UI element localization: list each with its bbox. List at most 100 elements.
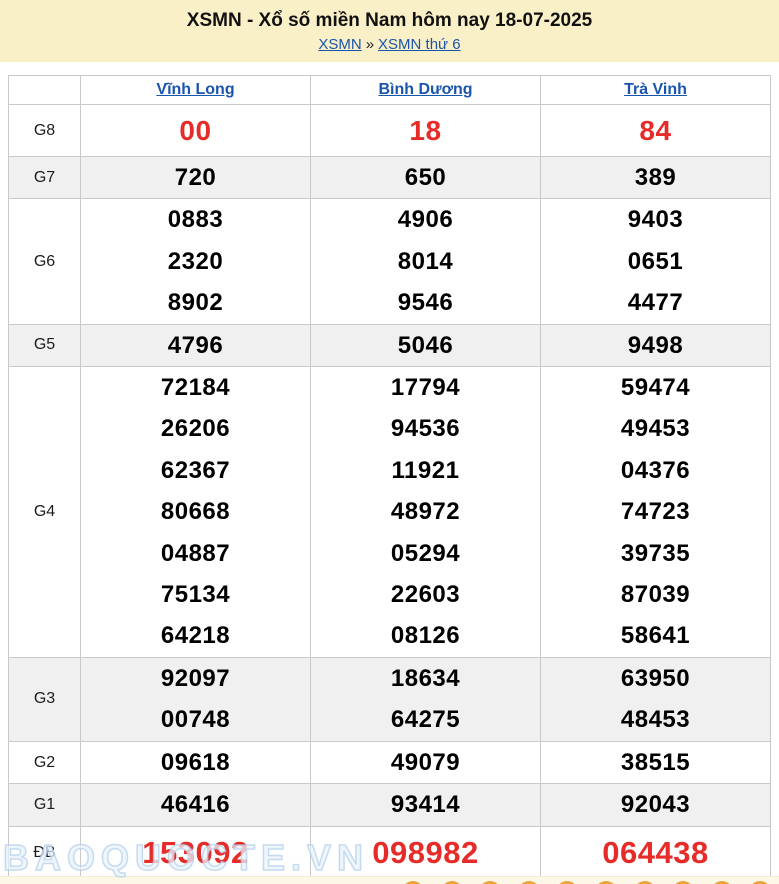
prize-cell: 38515 [541, 741, 771, 783]
row-label: G6 [9, 199, 81, 324]
column-header-vinh-long: Vĩnh Long [81, 76, 311, 105]
table-row-g5: G5479650469498 [9, 324, 771, 366]
prize-number: 09618 [81, 742, 310, 783]
row-label: G7 [9, 157, 81, 199]
prize-cell: 098982 [311, 826, 541, 879]
prize-number: 39735 [541, 533, 770, 574]
prize-number: 650 [311, 157, 540, 198]
prize-number: 49079 [311, 742, 540, 783]
table-row-g4: G472184262066236780668048877513464218177… [9, 367, 771, 658]
prize-number: 92097 [81, 658, 310, 699]
prize-number: 74723 [541, 491, 770, 532]
prize-number: 720 [81, 157, 310, 198]
prize-number: 9403 [541, 199, 770, 240]
prize-number: 64218 [81, 615, 310, 656]
breadcrumb: XSMN »XSMN thứ 6 [0, 36, 779, 53]
prize-cell: 720 [81, 157, 311, 199]
prize-number: 84 [541, 110, 770, 151]
prize-number: 11921 [311, 450, 540, 491]
row-label: G5 [9, 324, 81, 366]
prize-number: 49453 [541, 408, 770, 449]
prize-cell: 9209700748 [81, 657, 311, 741]
prize-number: 59474 [541, 367, 770, 408]
prize-number: 18 [311, 110, 540, 151]
prize-cell: 09618 [81, 741, 311, 783]
corner-cell [9, 76, 81, 105]
table-row-db: ĐB153092098982064438 [9, 826, 771, 879]
row-label: G3 [9, 657, 81, 741]
prize-number: 00748 [81, 699, 310, 740]
column-header-tra-vinh: Trà Vinh [541, 76, 771, 105]
row-label: G4 [9, 367, 81, 658]
prize-number: 94536 [311, 408, 540, 449]
prize-number: 0651 [541, 241, 770, 282]
prize-number: 87039 [541, 574, 770, 615]
prize-number: 46416 [81, 784, 310, 825]
prize-number: 17794 [311, 367, 540, 408]
prize-number: 9498 [541, 325, 770, 366]
prize-number: 04376 [541, 450, 770, 491]
page-title: XSMN - Xổ số miền Nam hôm nay 18-07-2025 [0, 9, 779, 33]
prize-cell: 6395048453 [541, 657, 771, 741]
prize-cell: 650 [311, 157, 541, 199]
prize-cell: 00 [81, 105, 311, 157]
prize-number: 18634 [311, 658, 540, 699]
results-table: Vĩnh Long Bình Dương Trà Vinh G8001884G7… [8, 75, 771, 880]
prize-cell: 18 [311, 105, 541, 157]
prize-cell: 84 [541, 105, 771, 157]
prize-cell: 59474494530437674723397358703958641 [541, 367, 771, 658]
prize-number: 93414 [311, 784, 540, 825]
lotto-balls-strip [0, 876, 779, 884]
prize-number: 58641 [541, 615, 770, 656]
province-link-vinh-long[interactable]: Vĩnh Long [156, 81, 234, 98]
row-label: G2 [9, 741, 81, 783]
prize-number: 9546 [311, 282, 540, 323]
breadcrumb-separator: » [366, 36, 374, 53]
prize-number: 8902 [81, 282, 310, 323]
prize-number: 2320 [81, 241, 310, 282]
table-row-g2: G2096184907938515 [9, 741, 771, 783]
prize-number: 26206 [81, 408, 310, 449]
prize-number: 098982 [311, 832, 540, 873]
prize-number: 4906 [311, 199, 540, 240]
prize-number: 72184 [81, 367, 310, 408]
table-row-g3: G3920970074818634642756395048453 [9, 657, 771, 741]
prize-cell: 4796 [81, 324, 311, 366]
prize-number: 153092 [81, 832, 310, 873]
province-link-binh-duong[interactable]: Bình Dương [378, 81, 472, 98]
prize-cell: 1863464275 [311, 657, 541, 741]
breadcrumb-link-xsmn[interactable]: XSMN [318, 36, 361, 53]
prize-cell: 389 [541, 157, 771, 199]
table-row-g1: G1464169341492043 [9, 784, 771, 826]
row-label: G1 [9, 784, 81, 826]
table-row-g8: G8001884 [9, 105, 771, 157]
prize-number: 92043 [541, 784, 770, 825]
prize-cell: 940306514477 [541, 199, 771, 324]
prize-number: 5046 [311, 325, 540, 366]
prize-cell: 49079 [311, 741, 541, 783]
breadcrumb-link-xsmn-thu-6[interactable]: XSMN thứ 6 [378, 36, 461, 53]
table-row-g7: G7720650389 [9, 157, 771, 199]
prize-cell: 93414 [311, 784, 541, 826]
prize-number: 63950 [541, 658, 770, 699]
prize-number: 8014 [311, 241, 540, 282]
prize-number: 04887 [81, 533, 310, 574]
prize-number: 0883 [81, 199, 310, 240]
prize-cell: 064438 [541, 826, 771, 879]
prize-cell: 46416 [81, 784, 311, 826]
prize-cell: 17794945361192148972052942260308126 [311, 367, 541, 658]
prize-number: 05294 [311, 533, 540, 574]
province-link-tra-vinh[interactable]: Trà Vinh [624, 81, 687, 98]
column-header-binh-duong: Bình Dương [311, 76, 541, 105]
prize-number: 064438 [541, 832, 770, 873]
prize-cell: 153092 [81, 826, 311, 879]
prize-cell: 72184262066236780668048877513464218 [81, 367, 311, 658]
prize-number: 08126 [311, 615, 540, 656]
prize-cell: 088323208902 [81, 199, 311, 324]
row-label: ĐB [9, 826, 81, 879]
prize-number: 4796 [81, 325, 310, 366]
prize-cell: 9498 [541, 324, 771, 366]
prize-number: 00 [81, 110, 310, 151]
prize-cell: 92043 [541, 784, 771, 826]
prize-number: 64275 [311, 699, 540, 740]
